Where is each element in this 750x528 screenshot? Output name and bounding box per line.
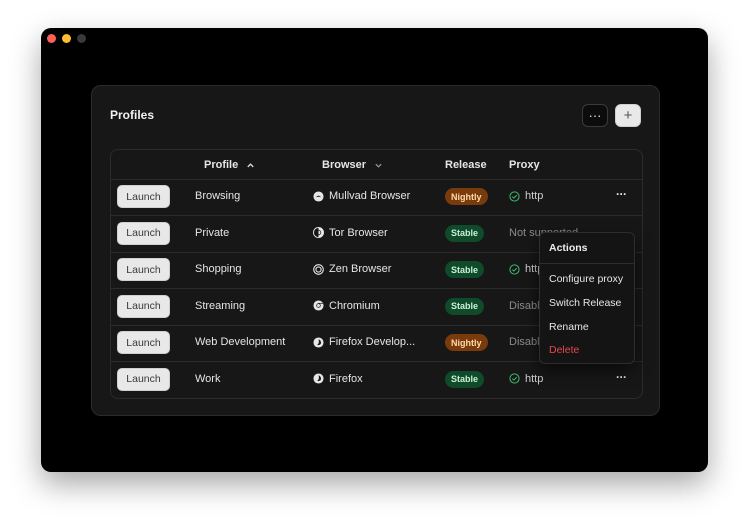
proxy-label: http — [525, 372, 544, 385]
profile-name: Private — [195, 226, 230, 239]
row-more-button[interactable]: ··· — [616, 370, 627, 384]
minimize-window-button[interactable] — [62, 34, 71, 43]
column-header-release[interactable]: Release — [445, 159, 487, 171]
profile-name: Streaming — [195, 299, 246, 312]
menu-item-switch-release[interactable]: Switch Release — [549, 297, 621, 309]
firefox-icon — [313, 373, 324, 384]
release-badge: Stable — [445, 261, 485, 278]
row-more-button[interactable]: ··· — [616, 187, 627, 201]
check-circle-icon — [509, 263, 520, 275]
app-window: Profiles ··· + Profile Browser Release P… — [41, 28, 708, 472]
launch-button[interactable]: Launch — [117, 294, 170, 318]
chevron-down-icon — [375, 163, 382, 168]
launch-button[interactable]: Launch — [117, 331, 170, 354]
launch-button[interactable]: Launch — [117, 258, 170, 281]
proxy-label: http — [525, 190, 544, 202]
check-circle-icon — [509, 190, 520, 202]
column-label-proxy: Proxy — [509, 159, 540, 171]
profile-name: Shopping — [195, 263, 242, 275]
launch-button[interactable]: Launch — [117, 367, 170, 391]
check-circle-icon — [509, 373, 520, 384]
browser-name: Mullvad Browser — [329, 190, 411, 202]
column-label-release: Release — [445, 159, 487, 171]
release-badge: Nightly — [445, 188, 488, 205]
launch-button[interactable]: Launch — [117, 185, 170, 208]
column-header-proxy[interactable]: Proxy — [509, 159, 540, 171]
profile-name: Work — [195, 372, 221, 385]
column-header-profile[interactable]: Profile — [204, 159, 255, 171]
menu-item-configure-proxy[interactable]: Configure proxy — [549, 273, 623, 285]
tor-icon — [313, 227, 324, 238]
browser-cell: Firefox Develop... — [313, 336, 415, 348]
add-profile-button[interactable]: + — [615, 104, 641, 127]
menu-item-delete[interactable]: Delete — [549, 344, 579, 356]
table-row: Launch Work Firefox Stable http ··· — [111, 362, 642, 398]
browser-cell: Chromium — [313, 300, 380, 312]
column-label-browser: Browser — [322, 159, 367, 171]
browser-name: Chromium — [329, 299, 380, 312]
release-badge: Stable — [445, 297, 485, 315]
zen-icon — [313, 263, 324, 275]
column-label-profile: Profile — [204, 159, 239, 171]
browser-cell: Tor Browser — [313, 227, 388, 239]
menu-item-rename[interactable]: Rename — [549, 321, 589, 333]
release-badge: Stable — [445, 370, 485, 388]
more-options-button[interactable]: ··· — [582, 104, 608, 127]
zoom-window-button[interactable] — [77, 34, 86, 43]
release-badge: Stable — [445, 224, 485, 242]
profile-name: Web Development — [195, 336, 286, 348]
chromium-icon — [313, 300, 324, 311]
proxy-status: http — [509, 373, 543, 385]
menu-title: Actions — [549, 242, 588, 254]
firefox-icon — [313, 336, 324, 348]
browser-cell: Zen Browser — [313, 263, 391, 275]
menu-divider — [540, 263, 634, 264]
table-header: Profile Browser Release Proxy — [111, 150, 642, 180]
column-header-browser[interactable]: Browser — [322, 159, 383, 171]
table-row: Launch Browsing Mullvad Browser Nightly http… — [111, 179, 642, 216]
close-window-button[interactable] — [47, 34, 56, 43]
sort-ascending-icon — [247, 162, 254, 167]
browser-cell: Mullvad Browser — [313, 190, 410, 202]
profile-name: Browsing — [195, 190, 241, 202]
release-badge: Nightly — [445, 334, 488, 351]
page-title: Profiles — [110, 108, 155, 122]
browser-name: Tor Browser — [329, 226, 388, 239]
browser-name: Zen Browser — [329, 263, 392, 275]
window-controls — [47, 34, 86, 43]
proxy-status: http — [509, 190, 543, 202]
browser-name: Firefox — [329, 372, 363, 385]
actions-menu: Actions Configure proxy Switch Release R… — [539, 232, 635, 364]
launch-button[interactable]: Launch — [117, 221, 170, 245]
mullvad-icon — [313, 190, 324, 202]
browser-name: Firefox Develop... — [329, 336, 416, 348]
browser-cell: Firefox — [313, 373, 363, 385]
